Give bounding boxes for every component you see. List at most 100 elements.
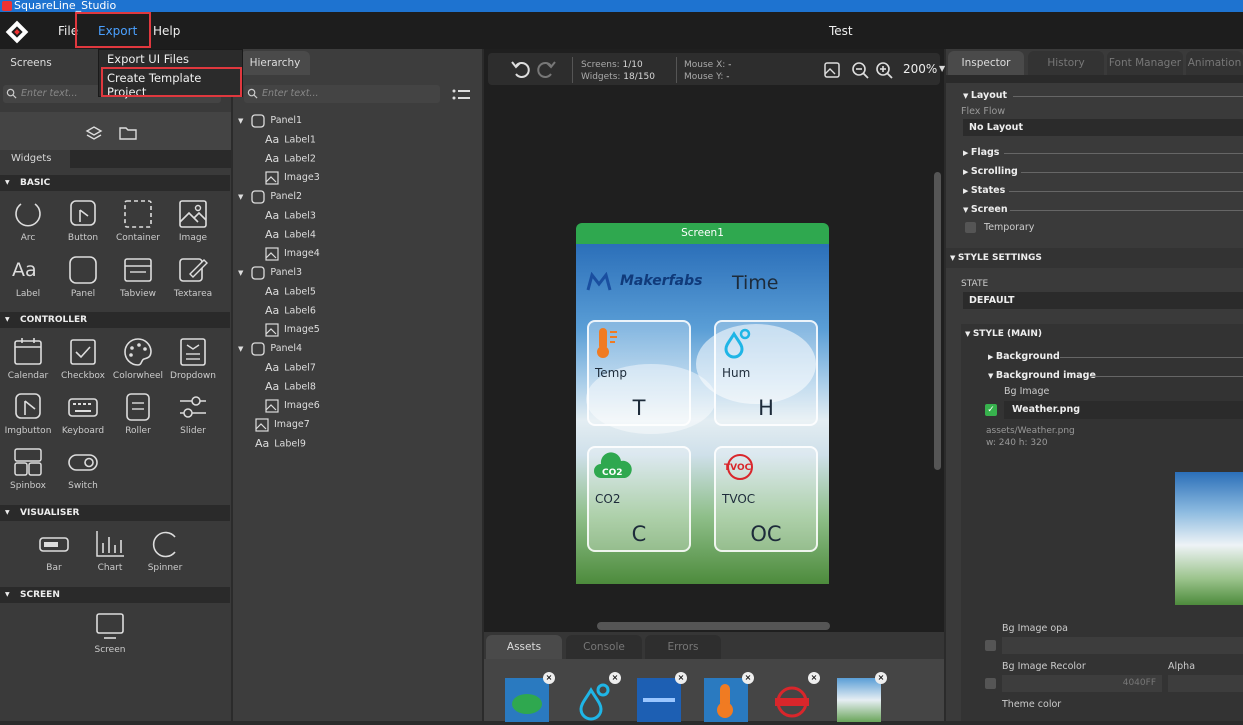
widget-imgbutton[interactable]: Imgbutton <box>0 391 56 436</box>
widget-tabview[interactable]: Tabview <box>110 254 166 299</box>
tree-item-label2[interactable]: Aa Label2 <box>265 151 316 167</box>
tab-hierarchy[interactable]: Hierarchy <box>240 51 310 75</box>
tree-item-panel3[interactable]: ▼ Panel3 <box>238 265 302 281</box>
bg-opa-input[interactable] <box>1002 637 1243 654</box>
widget-label[interactable]: Aa Label <box>0 254 56 299</box>
widget-slider[interactable]: Slider <box>165 391 221 436</box>
tree-item-image5[interactable]: Image5 <box>265 322 320 338</box>
asset-co2[interactable]: × <box>505 672 555 722</box>
style-main-title[interactable]: ▼ STYLE (MAIN) <box>965 329 1042 339</box>
canvas-horizontal-scrollbar[interactable] <box>597 622 830 630</box>
tree-item-image4[interactable]: Image4 <box>265 246 320 262</box>
remove-asset-icon[interactable]: × <box>742 672 754 684</box>
tree-item-image6[interactable]: Image6 <box>265 398 320 414</box>
widget-arc[interactable]: Arc <box>0 198 56 243</box>
widget-layers-icon[interactable] <box>84 124 104 142</box>
section-flags[interactable]: ▶ Flags <box>963 147 999 158</box>
folder-icon[interactable] <box>118 125 138 141</box>
flex-flow-select[interactable]: No Layout <box>963 119 1243 136</box>
remove-asset-icon[interactable]: × <box>609 672 621 684</box>
widget-bar[interactable]: Bar <box>26 528 82 573</box>
tab-animation[interactable]: Animation <box>1186 51 1243 75</box>
widget-roller[interactable]: Roller <box>110 391 166 436</box>
widget-switch[interactable]: Switch <box>55 446 111 491</box>
category-controller[interactable]: CONTROLLER <box>0 312 230 328</box>
tree-item-label9[interactable]: Aa Label9 <box>255 436 306 452</box>
section-background[interactable]: ▶ Background <box>988 351 1060 362</box>
tab-history[interactable]: History <box>1028 51 1104 75</box>
undo-icon[interactable] <box>510 58 532 80</box>
zoom-level[interactable]: 200% <box>903 62 937 76</box>
tab-inspector[interactable]: Inspector <box>948 51 1024 75</box>
tree-item-image7[interactable]: Image7 <box>255 417 310 433</box>
expand-arrow-icon[interactable]: ▼ <box>238 117 243 125</box>
asset-humidity[interactable]: × <box>571 672 621 722</box>
tree-item-label7[interactable]: Aa Label7 <box>265 360 316 376</box>
sensor-card-hum[interactable]: Hum H <box>714 320 818 426</box>
section-states[interactable]: ▶ States <box>963 185 1005 196</box>
screen-title-bar[interactable]: Screen1 <box>576 223 829 244</box>
widget-spinner[interactable]: Spinner <box>137 528 193 573</box>
sensor-card-temp[interactable]: Temp T <box>587 320 691 426</box>
state-select[interactable]: DEFAULT <box>963 292 1243 309</box>
widget-dropdown[interactable]: Dropdown <box>165 336 221 381</box>
tree-item-panel1[interactable]: ▼ Panel1 <box>238 113 302 129</box>
category-visualiser[interactable]: VISUALISER <box>0 505 230 521</box>
category-screen[interactable]: SCREEN <box>0 587 230 603</box>
widget-chart[interactable]: Chart <box>82 528 138 573</box>
remove-asset-icon[interactable]: × <box>875 672 887 684</box>
widget-screen[interactable]: Screen <box>82 610 138 655</box>
bg-opa-checkbox[interactable] <box>985 640 996 651</box>
asset-tvoc[interactable]: × <box>770 672 820 722</box>
tab-assets[interactable]: Assets <box>486 635 562 659</box>
section-scrolling[interactable]: ▶ Scrolling <box>963 166 1018 177</box>
asset-temperature[interactable]: × <box>704 672 754 722</box>
tree-item-label3[interactable]: Aa Label3 <box>265 208 316 224</box>
widget-button[interactable]: Button <box>55 198 111 243</box>
tree-item-panel2[interactable]: ▼ Panel2 <box>238 189 302 205</box>
tree-item-image3[interactable]: Image3 <box>265 170 320 186</box>
remove-asset-icon[interactable]: × <box>543 672 555 684</box>
redo-icon[interactable] <box>535 58 557 80</box>
menu-item-export-ui-files[interactable]: Export UI Files <box>107 52 189 66</box>
tree-item-label5[interactable]: Aa Label5 <box>265 284 316 300</box>
widget-checkbox[interactable]: Checkbox <box>55 336 111 381</box>
section-layout[interactable]: ▼ Layout <box>963 90 1007 101</box>
category-basic[interactable]: BASIC <box>0 175 230 191</box>
asset-makerfabs[interactable]: × <box>637 672 687 722</box>
tree-item-label4[interactable]: Aa Label4 <box>265 227 316 243</box>
zoom-out-icon[interactable] <box>851 61 870 80</box>
widget-keyboard[interactable]: Keyboard <box>55 391 111 436</box>
tab-console[interactable]: Console <box>566 635 642 659</box>
bg-recolor-input[interactable]: 4040FF <box>1002 675 1162 692</box>
tree-item-label6[interactable]: Aa Label6 <box>265 303 316 319</box>
tab-errors[interactable]: Errors <box>645 635 721 659</box>
sensor-card-co2[interactable]: CO2 CO2 C <box>587 446 691 552</box>
zoom-in-icon[interactable] <box>875 61 894 80</box>
expand-arrow-icon[interactable]: ▼ <box>238 269 243 277</box>
list-view-icon[interactable] <box>452 88 470 101</box>
tree-item-panel4[interactable]: ▼ Panel4 <box>238 341 302 357</box>
tab-screens[interactable]: Screens <box>0 51 62 75</box>
zoom-dropdown-icon[interactable]: ▼ <box>939 64 945 73</box>
image-view-icon[interactable] <box>823 61 841 79</box>
sensor-card-tvoc[interactable]: TVOC TVOC OC <box>714 446 818 552</box>
tab-widgets[interactable]: Widgets <box>0 150 70 168</box>
remove-asset-icon[interactable]: × <box>675 672 687 684</box>
tree-item-label1[interactable]: Aa Label1 <box>265 132 316 148</box>
section-background-image[interactable]: ▼ Background image <box>988 370 1096 381</box>
widget-calendar[interactable]: Calendar <box>0 336 56 381</box>
tree-item-label8[interactable]: Aa Label8 <box>265 379 316 395</box>
tab-font-manager[interactable]: Font Manager <box>1107 51 1183 75</box>
widget-spinbox[interactable]: Spinbox <box>0 446 56 491</box>
widget-container[interactable]: Container <box>110 198 166 243</box>
bg-image-select[interactable]: Weather.png <box>1004 401 1243 419</box>
widget-panel[interactable]: Panel <box>55 254 111 299</box>
bg-image-checkbox[interactable]: ✓ <box>985 404 997 416</box>
expand-arrow-icon[interactable]: ▼ <box>238 193 243 201</box>
canvas-vertical-scrollbar[interactable] <box>934 172 941 470</box>
widget-image[interactable]: Image <box>165 198 221 243</box>
widget-colorwheel[interactable]: Colorwheel <box>110 336 166 381</box>
expand-arrow-icon[interactable]: ▼ <box>238 345 243 353</box>
hierarchy-search-input[interactable]: Enter text... <box>244 85 440 103</box>
